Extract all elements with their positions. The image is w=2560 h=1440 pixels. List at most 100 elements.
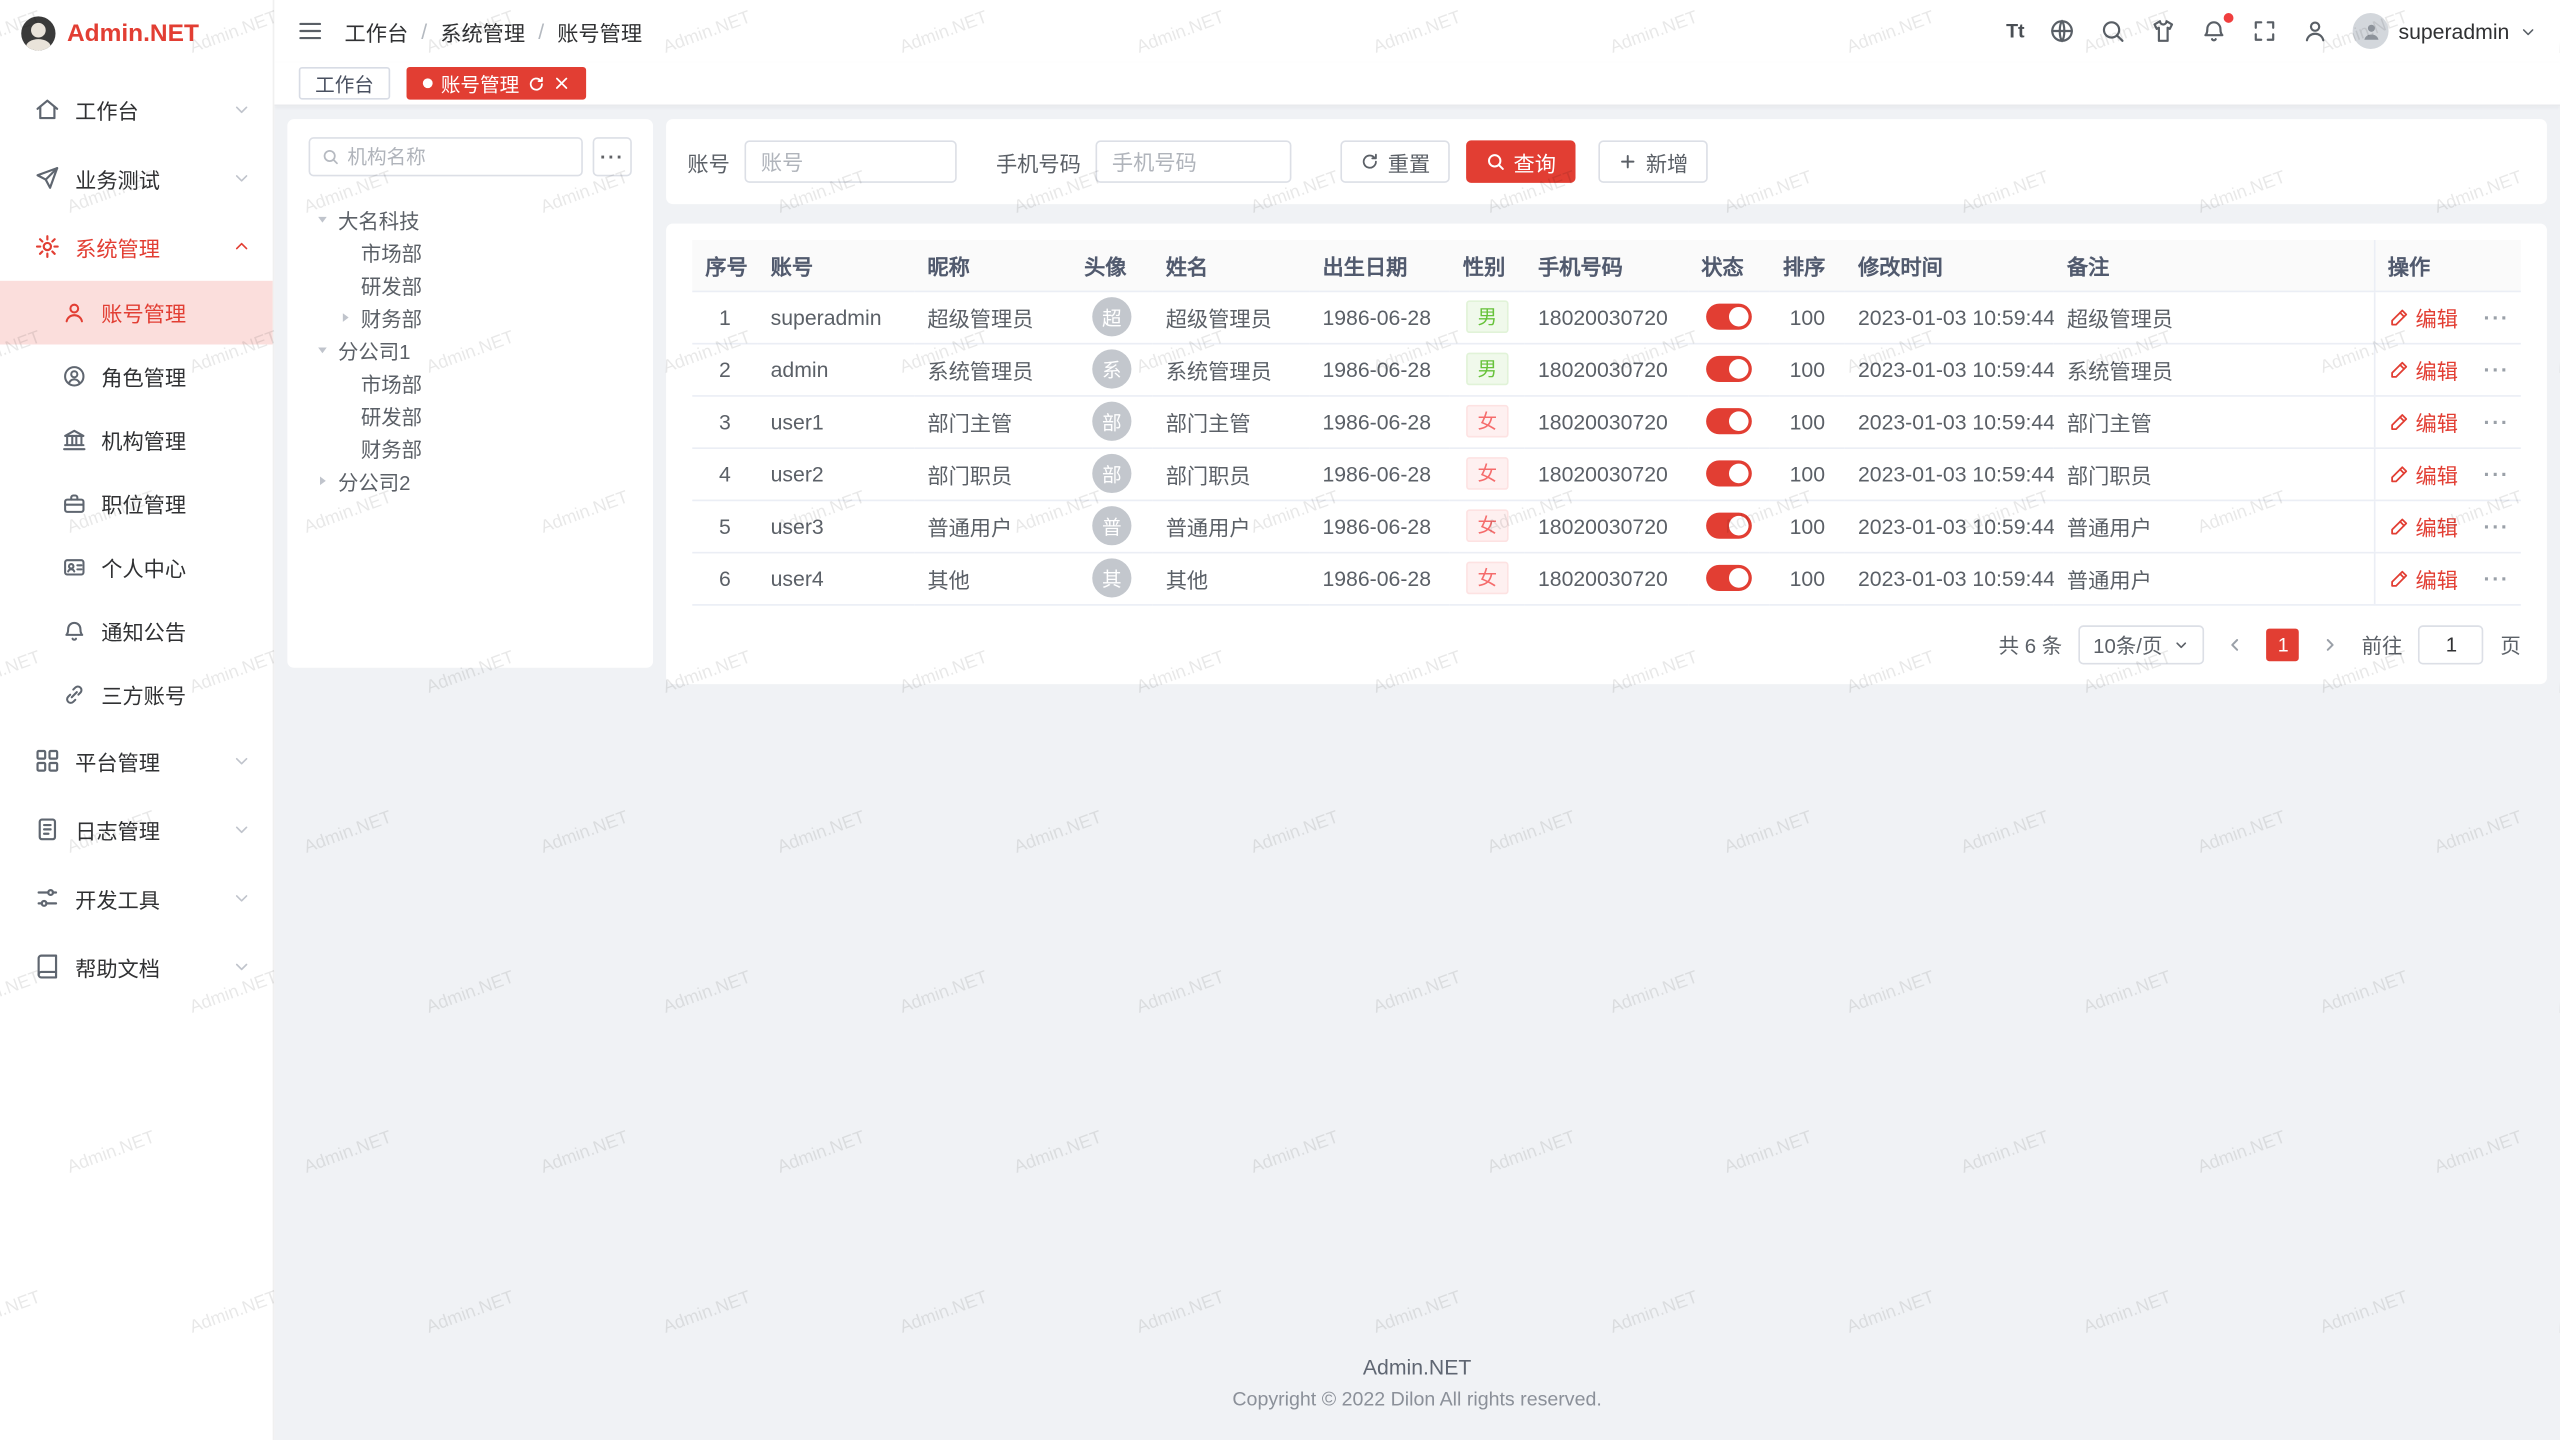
tree-node[interactable]: 分公司2 bbox=[309, 464, 632, 497]
edit-button[interactable]: 编辑 bbox=[2388, 353, 2458, 384]
sidebar-item-system[interactable]: 系统管理 bbox=[0, 212, 273, 281]
status-toggle[interactable] bbox=[1706, 513, 1752, 539]
tree-node[interactable]: 市场部 bbox=[309, 235, 632, 268]
sidebar-item-third-party[interactable]: 三方账号 bbox=[0, 663, 273, 727]
theme-icon[interactable] bbox=[2150, 18, 2176, 44]
add-button[interactable]: 新增 bbox=[1598, 140, 1707, 182]
close-icon[interactable] bbox=[554, 75, 570, 91]
edit-button[interactable]: 编辑 bbox=[2388, 406, 2458, 437]
phone-label: 手机号码 bbox=[996, 146, 1081, 177]
sidebar-item-devtools[interactable]: 开发工具 bbox=[0, 864, 273, 933]
sidebar-item-label: 个人中心 bbox=[101, 552, 186, 583]
tree-node[interactable]: 财务部 bbox=[309, 300, 632, 333]
edit-button[interactable]: 编辑 bbox=[2388, 562, 2458, 593]
tree-node[interactable]: 财务部 bbox=[309, 431, 632, 464]
sidebar-item-logs[interactable]: 日志管理 bbox=[0, 795, 273, 864]
tab-workbench[interactable]: 工作台 bbox=[299, 67, 390, 100]
more-actions-button[interactable]: ··· bbox=[2483, 461, 2509, 485]
cell-account: user1 bbox=[758, 395, 915, 447]
status-toggle[interactable] bbox=[1706, 304, 1752, 330]
prev-page-button[interactable] bbox=[2221, 626, 2250, 662]
filter-bar: 账号 手机号码 重置 查询 bbox=[666, 119, 2547, 204]
sidebar-item-help-docs[interactable]: 帮助文档 bbox=[0, 932, 273, 1001]
cell-phone: 18020030720 bbox=[1525, 500, 1688, 552]
col-status: 状态 bbox=[1688, 240, 1770, 291]
hamburger-menu-icon[interactable] bbox=[297, 18, 323, 44]
org-search-box bbox=[309, 137, 583, 176]
avatar bbox=[2353, 13, 2389, 49]
caret-right-icon[interactable] bbox=[312, 470, 332, 490]
sidebar: Admin.NET 工作台 业务测试 系统管理 账号管理 bbox=[0, 0, 274, 1440]
sidebar-item-business-test[interactable]: 业务测试 bbox=[0, 144, 273, 213]
more-actions-button[interactable]: ··· bbox=[2483, 566, 2509, 590]
more-actions-button[interactable]: ··· bbox=[2483, 357, 2509, 381]
cell-modify-time: 2023-01-03 10:59:44 bbox=[1845, 395, 2054, 447]
reset-button[interactable]: 重置 bbox=[1340, 140, 1449, 182]
cell-birthday: 1986-06-28 bbox=[1309, 395, 1449, 447]
breadcrumb-item[interactable]: 工作台 bbox=[344, 16, 408, 47]
org-search-input[interactable] bbox=[347, 145, 569, 168]
tree-node[interactable]: 市场部 bbox=[309, 366, 632, 399]
edit-button[interactable]: 编辑 bbox=[2388, 301, 2458, 332]
sidebar-item-profile-center[interactable]: 个人中心 bbox=[0, 536, 273, 600]
sidebar-item-account-mgmt[interactable]: 账号管理 bbox=[0, 281, 273, 345]
sidebar-item-label: 机构管理 bbox=[101, 424, 186, 455]
tree-node[interactable]: 大名科技 bbox=[309, 202, 632, 235]
more-actions-button[interactable]: ··· bbox=[2483, 304, 2509, 328]
tree-node[interactable]: 分公司1 bbox=[309, 333, 632, 366]
search-button[interactable]: 查询 bbox=[1466, 140, 1575, 182]
sidebar-item-platform[interactable]: 平台管理 bbox=[0, 727, 273, 796]
cell-name: 其他 bbox=[1153, 552, 1310, 604]
next-page-button[interactable] bbox=[2316, 626, 2345, 662]
table-row: 2 admin 系统管理员 系 系统管理员 1986-06-28 男 18020… bbox=[692, 343, 2521, 395]
caret-down-icon[interactable] bbox=[312, 340, 332, 360]
tree-node[interactable]: 研发部 bbox=[309, 268, 632, 301]
status-toggle[interactable] bbox=[1706, 461, 1752, 487]
caret-down-icon[interactable] bbox=[312, 209, 332, 229]
username: superadmin bbox=[2398, 19, 2509, 43]
page-size-select[interactable]: 10条/页 bbox=[2078, 624, 2204, 663]
current-page-button[interactable]: 1 bbox=[2267, 628, 2300, 661]
page-footer: Admin.NET Copyright © 2022 Dilon All rig… bbox=[287, 1345, 2547, 1427]
phone-input[interactable] bbox=[1096, 140, 1292, 182]
sidebar-item-position-mgmt[interactable]: 职位管理 bbox=[0, 472, 273, 536]
language-icon[interactable] bbox=[2049, 18, 2075, 44]
edit-button[interactable]: 编辑 bbox=[2388, 510, 2458, 541]
fullscreen-icon[interactable] bbox=[2252, 18, 2278, 44]
chevron-down-icon bbox=[232, 820, 252, 840]
notification-icon[interactable] bbox=[2201, 18, 2227, 44]
sidebar-item-role-mgmt[interactable]: 角色管理 bbox=[0, 344, 273, 408]
sidebar-item-workbench[interactable]: 工作台 bbox=[0, 75, 273, 144]
user-menu[interactable]: superadmin bbox=[2353, 13, 2537, 49]
status-toggle[interactable] bbox=[1706, 409, 1752, 435]
plus-icon bbox=[1618, 152, 1638, 172]
pagination: 共 6 条 10条/页 1 前往 页 bbox=[692, 624, 2521, 663]
search-icon[interactable] bbox=[2100, 18, 2126, 44]
cell-nickname: 普通用户 bbox=[914, 500, 1071, 552]
search-icon bbox=[1486, 152, 1506, 172]
cell-name: 普通用户 bbox=[1153, 500, 1310, 552]
font-size-icon[interactable]: Tt bbox=[2006, 20, 2024, 43]
profile-icon[interactable] bbox=[2302, 18, 2328, 44]
account-input[interactable] bbox=[745, 140, 957, 182]
chevron-down-icon bbox=[2174, 636, 2190, 652]
more-actions-button[interactable]: ··· bbox=[2483, 513, 2509, 537]
org-tree: 大名科技 市场部 研发部 财务部 bbox=[309, 202, 632, 496]
goto-page-input[interactable] bbox=[2419, 624, 2484, 663]
reset-label: 重置 bbox=[1388, 146, 1430, 177]
tab-account-mgmt[interactable]: 账号管理 bbox=[407, 67, 587, 100]
cell-remark: 超级管理员 bbox=[2054, 291, 2374, 343]
refresh-icon bbox=[1360, 152, 1380, 172]
status-toggle[interactable] bbox=[1706, 565, 1752, 591]
edit-button[interactable]: 编辑 bbox=[2388, 458, 2458, 489]
sidebar-item-notice[interactable]: 通知公告 bbox=[0, 599, 273, 663]
breadcrumb-item[interactable]: 系统管理 bbox=[440, 16, 525, 47]
refresh-icon[interactable] bbox=[527, 74, 545, 92]
sidebar-item-org-mgmt[interactable]: 机构管理 bbox=[0, 408, 273, 472]
caret-right-icon[interactable] bbox=[335, 307, 355, 327]
org-more-button[interactable]: ··· bbox=[593, 137, 632, 176]
role-icon bbox=[62, 364, 86, 388]
more-actions-button[interactable]: ··· bbox=[2483, 409, 2509, 433]
tree-node[interactable]: 研发部 bbox=[309, 398, 632, 431]
status-toggle[interactable] bbox=[1706, 356, 1752, 382]
